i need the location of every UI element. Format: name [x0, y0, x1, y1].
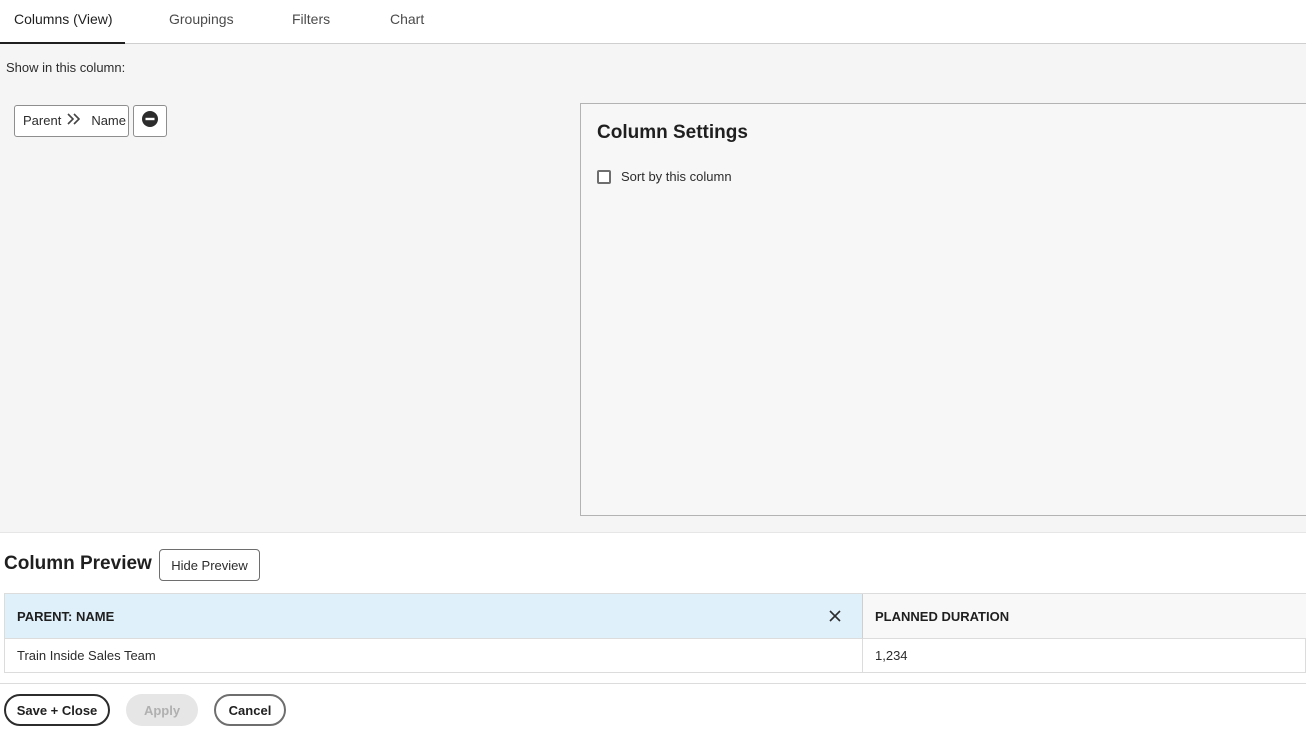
tab-filters[interactable]: Filters — [292, 0, 330, 44]
footer-divider — [0, 683, 1306, 684]
tab-groupings[interactable]: Groupings — [169, 0, 234, 44]
column-preview-title: Column Preview — [4, 553, 152, 574]
table-cell: Train Inside Sales Team — [5, 639, 863, 673]
hide-preview-button[interactable]: Hide Preview — [159, 549, 260, 581]
remove-field-button[interactable] — [133, 105, 167, 137]
table-cell: 1,234 — [875, 648, 908, 663]
apply-button[interactable]: Apply — [126, 694, 198, 726]
chevron-double-right-icon — [67, 106, 81, 136]
sort-by-column-row: Sort by this column — [597, 169, 732, 184]
field-parent-label: Parent — [23, 113, 62, 128]
close-icon[interactable] — [825, 606, 845, 626]
field-selector-pill[interactable]: Parent Name — [14, 105, 129, 137]
preview-table: PARENT: NAME PLANNED DURATION Train Insi… — [4, 593, 1306, 673]
field-name-label: Name — [91, 113, 126, 128]
column-header-label: PLANNED DURATION — [875, 609, 1010, 624]
sort-by-column-label[interactable]: Sort by this column — [621, 169, 732, 184]
show-in-column-label: Show in this column: — [6, 60, 126, 75]
column-header-label: PARENT: NAME — [17, 609, 115, 624]
column-settings-title: Column Settings — [597, 122, 748, 143]
tab-chart[interactable]: Chart — [390, 0, 424, 44]
table-header-parent-name[interactable]: PARENT: NAME — [5, 594, 863, 639]
table-header-planned-duration[interactable]: PLANNED DURATION — [863, 594, 1306, 639]
column-editor-panel: Show in this column: Parent Name Column … — [0, 44, 1306, 533]
column-settings-panel: Column Settings Sort by this column — [580, 103, 1306, 516]
sort-by-column-checkbox[interactable] — [597, 169, 611, 184]
cancel-button[interactable]: Cancel — [214, 694, 286, 726]
minus-circle-icon — [141, 110, 159, 133]
tab-bar: Columns (View) Groupings Filters Chart — [0, 0, 1306, 44]
save-close-button[interactable]: Save + Close — [4, 694, 110, 726]
tab-columns-view[interactable]: Columns (View) — [0, 0, 125, 44]
